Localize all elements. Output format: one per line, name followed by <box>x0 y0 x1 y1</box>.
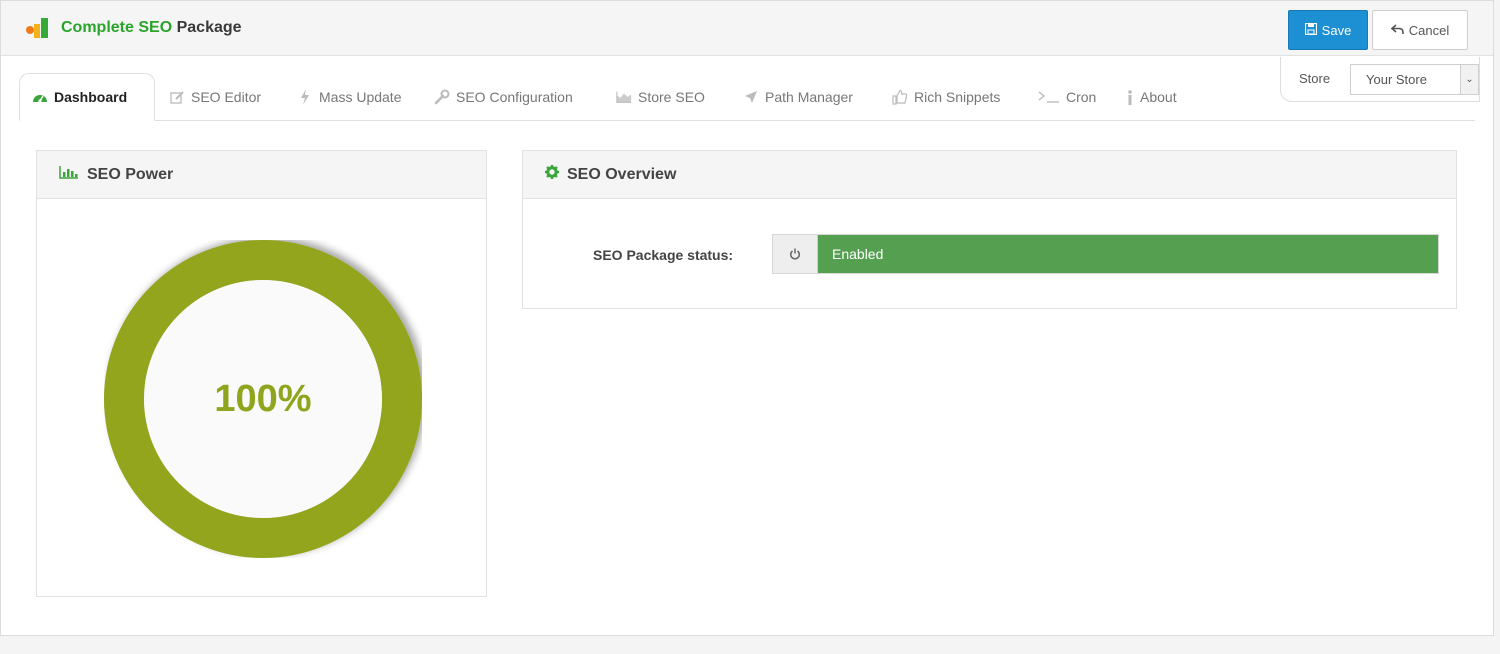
seo-overview-title: SEO Overview <box>567 165 677 183</box>
seo-power-header: SEO Power <box>37 151 486 199</box>
cancel-button-label: Cancel <box>1408 22 1450 38</box>
edit-icon <box>169 89 185 105</box>
tab-label: About <box>1140 89 1177 105</box>
tab-store-seo[interactable]: Store SEO <box>616 73 705 121</box>
dashboard-icon <box>32 89 48 105</box>
location-arrow-icon <box>743 89 759 105</box>
seo-power-panel: SEO Power 100% <box>36 150 487 597</box>
tab-label: SEO Configuration <box>456 89 573 105</box>
app-panel: Complete SEO Package Save Cancel Store Y… <box>0 0 1494 636</box>
tab-label: Rich Snippets <box>914 89 1001 105</box>
area-chart-icon <box>616 89 632 105</box>
seo-status-value: Enabled <box>818 235 1438 273</box>
undo-icon <box>1390 23 1404 38</box>
page-title: Complete SEO Package <box>61 19 242 36</box>
top-bar: Complete SEO Package Save Cancel <box>1 1 1493 56</box>
seo-power-title: SEO Power <box>87 165 174 183</box>
bar-chart-icon <box>59 165 79 184</box>
cancel-button[interactable]: Cancel <box>1372 10 1468 50</box>
save-button-label: Save <box>1321 22 1352 38</box>
seo-overview-header: SEO Overview <box>523 151 1456 199</box>
power-icon <box>773 235 818 273</box>
tab-seo-editor[interactable]: SEO Editor <box>169 73 261 121</box>
tab-path-manager[interactable]: Path Manager <box>743 73 853 121</box>
floppy-disk-icon <box>1304 22 1317 38</box>
tab-seo-configuration[interactable]: SEO Configuration <box>434 73 573 121</box>
terminal-icon <box>1038 89 1060 105</box>
wrench-icon <box>434 89 450 105</box>
tab-mass-update[interactable]: Mass Update <box>297 73 401 121</box>
seo-overview-panel: SEO Overview SEO Package status: Enabled <box>522 150 1457 309</box>
brand: Complete SEO Package <box>25 15 242 41</box>
seo-status-toggle[interactable]: Enabled <box>772 234 1439 274</box>
tab-label: SEO Editor <box>191 89 262 105</box>
tab-about[interactable]: About <box>1126 73 1177 121</box>
thumbs-up-icon <box>892 89 908 105</box>
gear-icon <box>545 165 559 184</box>
tab-label: Mass Update <box>319 89 402 105</box>
tab-label: Store SEO <box>638 89 705 105</box>
tab-rich-snippets[interactable]: Rich Snippets <box>892 73 1000 121</box>
tab-cron[interactable]: Cron <box>1038 73 1096 121</box>
tab-dashboard[interactable]: Dashboard <box>19 73 155 121</box>
tab-label: Cron <box>1066 89 1097 105</box>
seo-power-value: 100% <box>214 377 312 420</box>
tab-bar: Dashboard SEO Editor Mass Update SEO Con… <box>19 73 1475 121</box>
bar-chart-logo-icon <box>25 16 51 40</box>
tab-label: Dashboard <box>54 89 128 105</box>
seo-power-gauge: 100% <box>104 240 422 558</box>
save-button[interactable]: Save <box>1288 10 1368 50</box>
bolt-icon <box>297 89 313 105</box>
seo-status-label: SEO Package status: <box>593 247 734 263</box>
info-icon <box>1126 89 1134 105</box>
tab-label: Path Manager <box>765 89 853 105</box>
